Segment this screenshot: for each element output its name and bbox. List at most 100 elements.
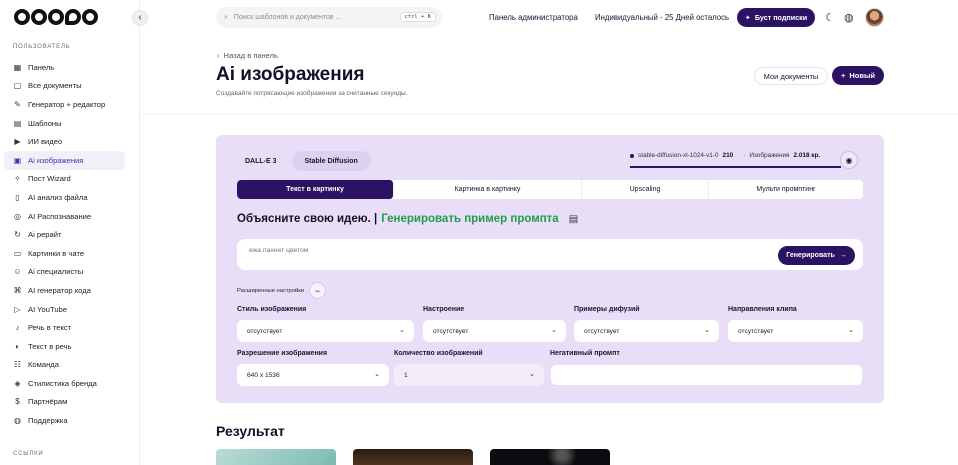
model-name: stable-diffusion-xl-1024-v1-0 xyxy=(638,152,719,159)
sidebar-item-dollar[interactable]: $ Партнёрам xyxy=(4,393,125,412)
folder-icon: ▢ xyxy=(13,81,22,91)
result-thumbnail[interactable] xyxy=(216,449,336,465)
prompt-field: Генерировать → xyxy=(237,239,863,270)
explain-title: Объясните свою идею. | xyxy=(237,213,378,225)
avatar[interactable] xyxy=(865,8,884,27)
new-button[interactable]: + Новый xyxy=(832,66,884,85)
separator-dot: · xyxy=(743,152,746,159)
negative-prompt-label: Негативный промпт xyxy=(550,350,620,357)
language-globe-icon[interactable]: ◍ xyxy=(844,11,854,24)
sidebar-item-label: Ai специалисты xyxy=(28,267,84,277)
sidebar-item-image[interactable]: ▣ Ai изображения xyxy=(4,150,125,170)
plus-icon: + xyxy=(840,71,846,80)
tab-image-to-image[interactable]: Картинка в картинку xyxy=(394,180,582,199)
sidebar-item-template[interactable]: ▤ Шаблоны xyxy=(4,114,125,133)
mood-select[interactable]: отсутствует ⌄ xyxy=(423,320,566,342)
tab-dall-e-3[interactable]: DALL-E 3 xyxy=(232,151,290,171)
chevron-down-icon: ⌄ xyxy=(529,371,535,378)
clip-direction-select[interactable]: отсутствует ⌄ xyxy=(728,320,863,342)
wand-icon: ✧ xyxy=(14,174,21,184)
sidebar-item-edit[interactable]: ✎ Генератор + редактор xyxy=(4,95,125,114)
chevron-down-icon: ⌄ xyxy=(374,371,380,378)
style-label: Стиль изображения xyxy=(237,306,307,313)
tab-multi-prompting[interactable]: Мульти промптинг xyxy=(709,180,863,199)
resolution-select[interactable]: 640 x 1536 ⌄ xyxy=(237,364,389,386)
image-count-label: Количество изображений xyxy=(394,350,483,357)
prompt-input[interactable] xyxy=(249,247,749,254)
my-documents-button[interactable]: Мои документы xyxy=(754,67,828,85)
images-remaining: 2.018 кр. xyxy=(793,152,821,159)
sidebar-item-speaker[interactable]: ◐ Текст в речь xyxy=(4,337,125,356)
header-divider xyxy=(141,114,958,115)
microphone-icon: ♪ xyxy=(15,323,20,333)
grid-icon: ▦ xyxy=(13,62,22,72)
sidebar-item-rewrite[interactable]: ↻ Ai рерайт xyxy=(4,225,125,244)
result-thumbnail[interactable] xyxy=(490,449,610,465)
sidebar-item-video[interactable]: ▶ ИИ видео xyxy=(4,132,125,151)
admin-panel-link[interactable]: Панель администратора xyxy=(489,13,578,22)
brand-logo[interactable] xyxy=(14,9,98,25)
images-label: Изображения xyxy=(749,152,790,159)
dark-mode-icon[interactable]: ☾ xyxy=(825,11,835,24)
sidebar-item-team[interactable]: ☷ Команда xyxy=(4,356,125,375)
negative-prompt-input[interactable] xyxy=(550,364,863,386)
plan-status[interactable]: Индивидуальный - 25 Дней осталось xyxy=(595,13,729,22)
rocket-icon: ✦ xyxy=(744,13,751,22)
advanced-settings-label: Расширенные настройки xyxy=(237,287,304,294)
dollar-icon: $ xyxy=(15,397,20,407)
page-title: Ai изображения xyxy=(216,64,365,85)
new-label: Новый xyxy=(849,71,875,80)
back-link[interactable]: ‹ Назад в панель xyxy=(217,51,278,60)
file-icon: ▯ xyxy=(15,192,20,202)
minus-icon[interactable]: − xyxy=(308,282,326,299)
tab-text-to-image[interactable]: Текст в картинку xyxy=(237,180,394,199)
sidebar-item-label: AI генератор кода xyxy=(28,285,91,295)
collapse-sidebar-button[interactable]: ‹ xyxy=(132,10,148,26)
sidebar-item-folder[interactable]: ▢ Все документы xyxy=(4,77,125,96)
sidebar-item-microphone[interactable]: ♪ Речь в текст xyxy=(4,318,125,337)
boost-label: Буст подписки xyxy=(754,13,808,22)
sidebar-item-label: Партнёрам xyxy=(28,397,68,407)
generate-example-prompt-link[interactable]: Генерировать пример промпта xyxy=(381,213,559,225)
sidebar-item-support[interactable]: ◍ Поддержка xyxy=(4,411,125,430)
sidebar-item-label: Стилистика бренда xyxy=(28,378,97,388)
sidebar-item-chat-image[interactable]: ▭ Картинки в чате xyxy=(4,244,125,263)
generate-button[interactable]: Генерировать → xyxy=(778,246,855,265)
clip-direction-value: отсутствует xyxy=(738,327,774,335)
sidebar-item-grid[interactable]: ▦ Панель xyxy=(4,58,125,77)
image-count-select[interactable]: 1 ⌄ xyxy=(394,364,544,386)
style-select[interactable]: отсутствует ⌄ xyxy=(237,320,414,342)
sidebar-item-label: AI анализ файла xyxy=(28,192,88,202)
team-icon: ☷ xyxy=(13,360,22,370)
tab-stable-diffusion[interactable]: Stable Diffusion xyxy=(291,151,371,171)
diffusion-examples-select[interactable]: отсутствует ⌄ xyxy=(574,320,719,342)
boost-subscription-button[interactable]: ✦ Буст подписки xyxy=(737,8,815,27)
sidebar-item-code[interactable]: ⌘ AI генератор кода xyxy=(4,281,125,300)
chevron-down-icon: ⌄ xyxy=(848,327,854,334)
mode-tabs: Текст в картинку Картинка в картинку Ups… xyxy=(237,180,863,199)
resolution-value: 640 x 1536 xyxy=(247,371,280,379)
generate-label: Генерировать xyxy=(786,252,835,259)
result-thumbnail[interactable] xyxy=(353,449,473,465)
sidebar-item-label: Ai рерайт xyxy=(28,230,62,240)
sidebar-item-wand[interactable]: ✧ Пост Wizard xyxy=(4,170,125,189)
document-icon[interactable]: ▤ xyxy=(569,214,578,225)
sidebar-item-label: Панель xyxy=(28,62,55,72)
advanced-settings: Расширенные настройки − xyxy=(237,282,326,299)
search-input[interactable]: ⌕ Поиск шаблонов и документов ... ctrl +… xyxy=(216,7,442,28)
sidebar-item-scan[interactable]: ◎ AI Распознавание xyxy=(4,207,125,226)
back-label: Назад в панель xyxy=(223,51,278,60)
sidebar-item-specialist[interactable]: ☺ Ai специалисты xyxy=(4,263,125,282)
eye-icon[interactable]: ◉ xyxy=(840,151,858,169)
sidebar-item-palette[interactable]: ◈ Стилистика бренда xyxy=(4,374,125,393)
model-status-dot xyxy=(630,153,634,158)
template-icon: ▤ xyxy=(13,118,22,128)
code-icon: ⌘ xyxy=(13,285,22,295)
sidebar-item-label: Команда xyxy=(28,360,59,370)
mood-label: Настроение xyxy=(423,306,465,313)
sidebar-item-file[interactable]: ▯ AI анализ файла xyxy=(4,188,125,207)
sidebar-item-youtube[interactable]: ▷ AI YouTube xyxy=(4,300,125,319)
credits-progress-bar xyxy=(630,166,841,168)
sidebar-item-label: Картинки в чате xyxy=(28,248,85,258)
tab-upscaling[interactable]: Upscaling xyxy=(582,180,709,199)
